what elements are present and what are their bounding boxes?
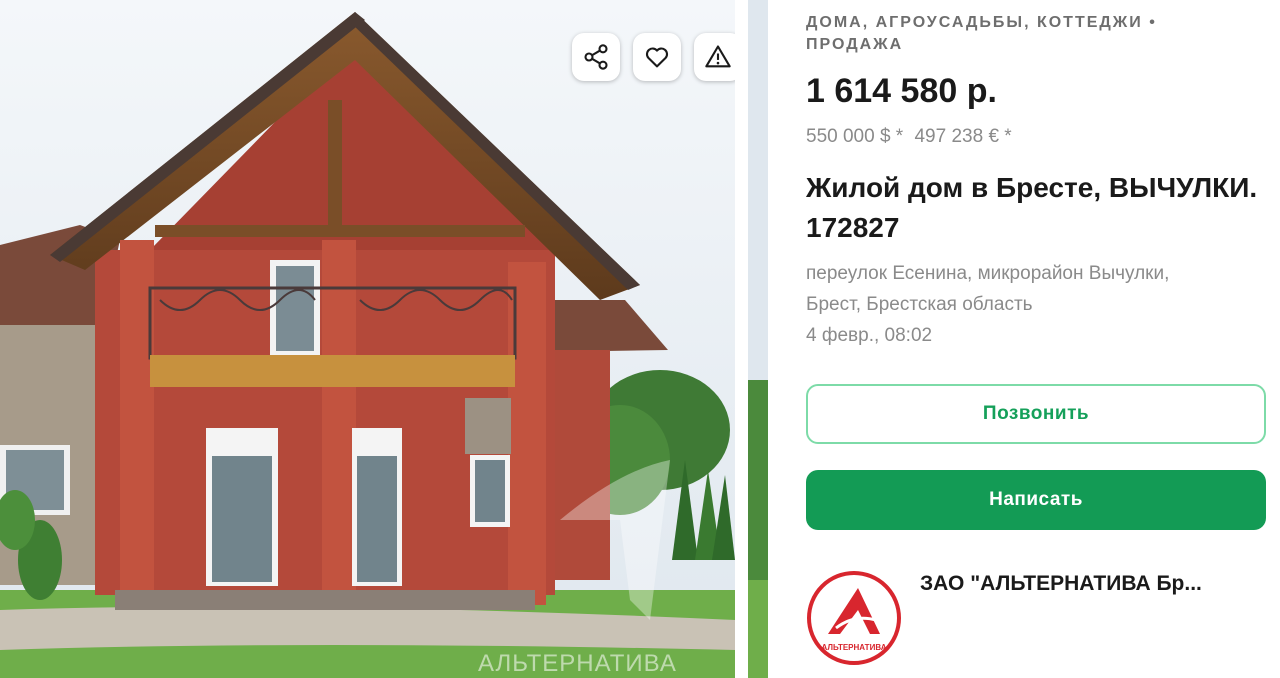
write-button[interactable]: Написать	[806, 470, 1266, 530]
next-photo-preview[interactable]	[748, 0, 768, 678]
listing-date: 4 февр., 08:02	[806, 325, 933, 346]
warning-icon	[705, 45, 731, 68]
price-usd: 550 000 $ *	[806, 126, 904, 147]
favorite-button[interactable]	[633, 33, 681, 81]
call-button[interactable]: Позвонить	[806, 384, 1266, 444]
listing-price: 1 614 580 р.	[806, 72, 997, 110]
price-eur: 497 238 € *	[914, 126, 1012, 147]
seller-logo-text: АЛЬТЕРНАТИВА	[822, 643, 887, 652]
seller-logo-image: АЛЬТЕРНАТИВА	[807, 571, 901, 665]
house-photo-image	[0, 0, 735, 678]
seller-name[interactable]: ЗАО "АЛЬТЕРНАТИВА Бр...	[920, 572, 1270, 596]
alt-prices: 550 000 $ * 497 238 € *	[806, 126, 1018, 148]
share-icon	[584, 44, 608, 70]
address-city: Брест, Брестская область	[806, 294, 1033, 315]
report-button[interactable]	[694, 33, 735, 81]
listing-photo[interactable]: АЛЬТЕРНАТИВА	[0, 0, 735, 678]
listing-title: Жилой дом в Бресте, ВЫЧУЛКИ. 172827	[806, 172, 1258, 243]
address-street: переулок Есенина, микрорайон Вычулки,	[806, 263, 1170, 284]
seller-logo[interactable]: АЛЬТЕРНАТИВА	[806, 570, 902, 666]
listing-address: переулок Есенина, микрорайон Вычулки, Бр…	[806, 258, 1266, 351]
next-photo-image	[748, 0, 768, 678]
heart-icon	[645, 47, 669, 68]
share-button[interactable]	[572, 33, 620, 81]
photo-watermark: АЛЬТЕРНАТИВА	[478, 650, 677, 677]
listing-category: ДОМА, АГРОУСАДЬБЫ, КОТТЕДЖИ • ПРОДАЖА	[806, 14, 1157, 53]
